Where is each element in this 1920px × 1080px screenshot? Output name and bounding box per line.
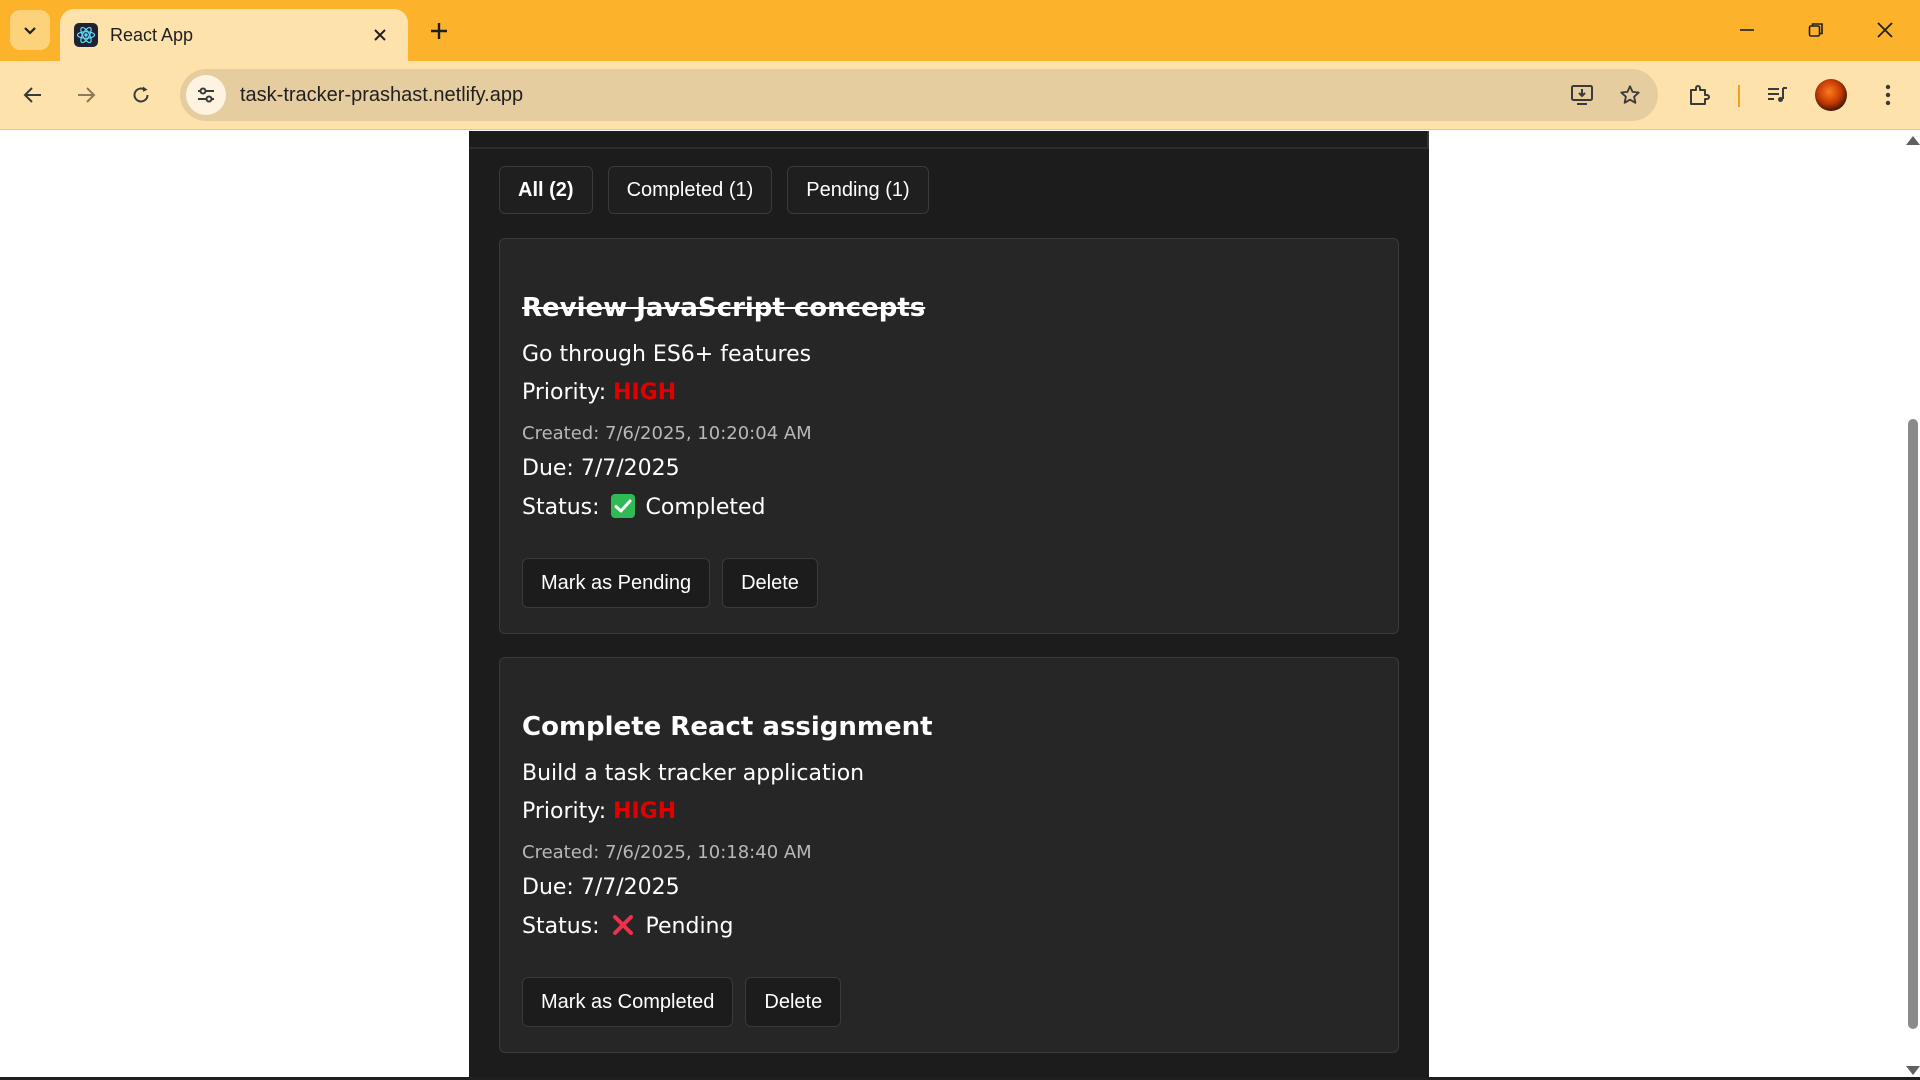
arrow-right-icon [78, 87, 96, 103]
cross-mark-icon [612, 915, 633, 935]
address-bar[interactable]: task-tracker-prashast.netlify.app [180, 69, 1658, 121]
priority-label: Priority: [522, 380, 607, 405]
star-icon [1620, 85, 1640, 104]
filter-pending-button[interactable]: Pending (1) [787, 166, 929, 214]
mark-completed-button[interactable]: Mark as Completed [522, 977, 734, 1027]
queue-music-icon [1768, 87, 1787, 102]
puzzle-icon [1690, 85, 1710, 105]
task-created: Created: 7/6/2025, 10:20:04 AM [522, 423, 812, 444]
tab-title: React App [110, 24, 194, 45]
close-window-button[interactable] [1862, 10, 1908, 50]
browser-tab[interactable]: React App [60, 9, 408, 61]
restore-button[interactable] [1793, 10, 1839, 50]
arrow-left-icon [23, 87, 41, 103]
status-value: Pending [645, 914, 734, 939]
reload-icon [133, 86, 149, 103]
forward-button[interactable] [68, 77, 104, 113]
task-card: Complete React assignment Build a task t… [499, 657, 1399, 1053]
tab-close-button[interactable] [366, 21, 394, 49]
filter-completed-button[interactable]: Completed (1) [607, 166, 773, 214]
task-created: Created: 7/6/2025, 10:18:40 AM [522, 842, 812, 863]
back-button[interactable] [15, 77, 51, 113]
task-description: Go through ES6+ features [522, 342, 812, 367]
check-mark-icon [610, 494, 635, 518]
task-title: Review JavaScript concepts [522, 293, 926, 323]
react-logo-icon [74, 23, 98, 47]
reload-button[interactable] [123, 77, 159, 113]
status-label: Status: [522, 914, 600, 939]
extensions-button[interactable] [1681, 77, 1717, 113]
task-priority: Priority: HIGH [522, 799, 676, 824]
plus-icon [431, 23, 447, 39]
browser-toolbar: task-tracker-prashast.netlify.app [0, 61, 1920, 130]
bookmark-button[interactable] [1610, 75, 1650, 115]
minimize-button[interactable] [1724, 10, 1770, 50]
task-status: Status: Completed [522, 494, 766, 520]
task-actions: Mark as Pending Delete [522, 558, 818, 608]
browser-menu-button[interactable] [1870, 77, 1906, 113]
mark-pending-button[interactable]: Mark as Pending [522, 558, 711, 608]
install-app-button[interactable] [1562, 75, 1602, 115]
task-status: Status: Pending [522, 913, 733, 939]
scroll-down-arrow[interactable] [1906, 1066, 1920, 1075]
close-icon [374, 29, 386, 41]
task-tracker-app: All (2) Completed (1) Pending (1) Review… [469, 131, 1429, 1080]
profile-avatar[interactable] [1815, 79, 1847, 111]
filter-all-button[interactable]: All (2) [499, 166, 593, 214]
tune-icon [198, 87, 214, 103]
media-controls-button[interactable] [1759, 77, 1795, 113]
scroll-up-arrow[interactable] [1906, 136, 1920, 145]
priority-value: HIGH [613, 380, 677, 405]
url-text[interactable]: task-tracker-prashast.netlify.app [240, 84, 1562, 107]
install-icon [1571, 85, 1593, 105]
tab-search-button[interactable] [10, 10, 50, 50]
task-due: Due: 7/7/2025 [522, 875, 680, 900]
task-card: Review JavaScript concepts Go through ES… [499, 238, 1399, 634]
minimize-icon [1740, 29, 1754, 31]
status-label: Status: [522, 495, 600, 520]
more-vertical-icon [1885, 84, 1891, 106]
new-tab-button[interactable] [422, 14, 456, 48]
task-due: Due: 7/7/2025 [522, 456, 680, 481]
task-priority: Priority: HIGH [522, 380, 676, 405]
task-actions: Mark as Completed Delete [522, 977, 842, 1027]
task-description: Build a task tracker application [522, 761, 865, 786]
page-viewport: All (2) Completed (1) Pending (1) Review… [0, 131, 1920, 1080]
page-scrollbar[interactable] [1904, 131, 1920, 1080]
priority-label: Priority: [522, 799, 607, 824]
filter-bar: All (2) Completed (1) Pending (1) [499, 166, 929, 214]
close-icon [1877, 22, 1893, 38]
status-value: Completed [645, 495, 766, 520]
task-title: Complete React assignment [522, 712, 933, 742]
scrollbar-thumb[interactable] [1908, 419, 1918, 1029]
chevron-down-icon [24, 27, 36, 35]
delete-button[interactable]: Delete [745, 977, 842, 1027]
site-info-button[interactable] [186, 75, 226, 115]
form-section-bottom-edge [469, 131, 1429, 149]
priority-value: HIGH [613, 799, 677, 824]
delete-button[interactable]: Delete [722, 558, 818, 608]
restore-icon [1808, 23, 1823, 37]
browser-titlebar: React App [0, 0, 1920, 61]
toolbar-divider [1738, 85, 1740, 107]
